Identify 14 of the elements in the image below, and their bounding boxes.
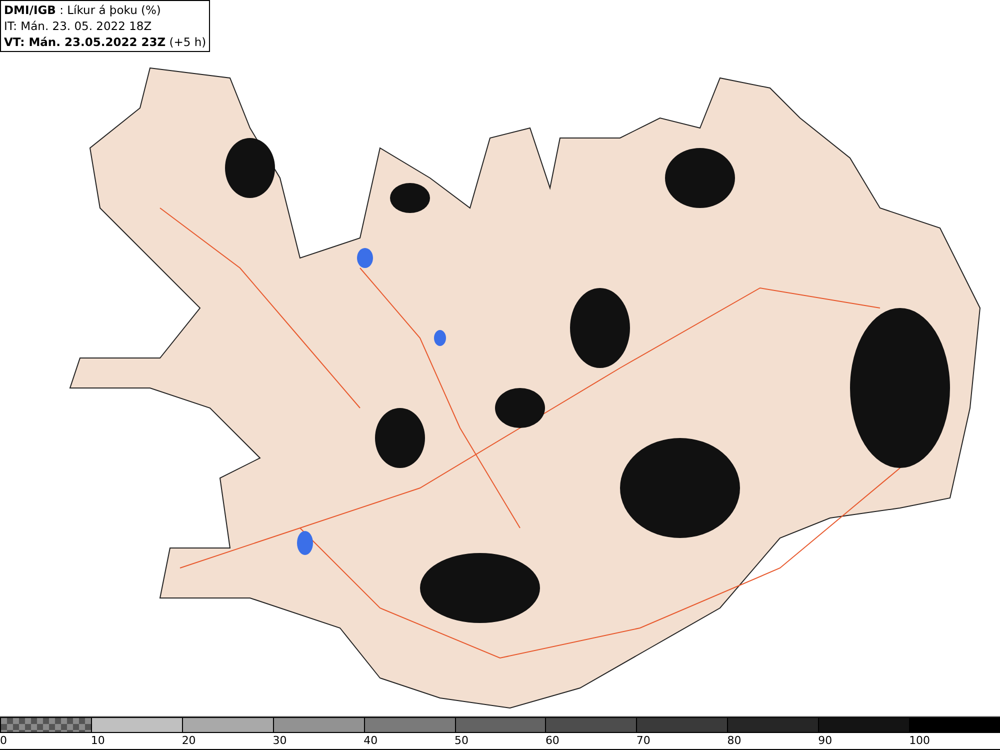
legend-label: 40 bbox=[364, 733, 378, 749]
legend-label: 0 bbox=[0, 733, 7, 749]
legend-label: 70 bbox=[636, 733, 650, 749]
valid-time: VT: Mán. 23.05.2022 23Z (+5 h) bbox=[4, 34, 206, 50]
initial-time: IT: Mán. 23. 05. 2022 18Z bbox=[4, 18, 153, 34]
legend-label: 80 bbox=[727, 733, 742, 749]
map-title: DMI/IGB : Líkur á þoku (%) bbox=[4, 2, 162, 18]
legend-label: 30 bbox=[272, 733, 287, 749]
legend-label: 20 bbox=[182, 733, 196, 749]
legend-label: 90 bbox=[818, 733, 832, 749]
legend-label: 10 bbox=[90, 733, 105, 749]
legend-label: 60 bbox=[545, 733, 560, 749]
legend-label: 50 bbox=[454, 733, 469, 749]
legend-label: 100 bbox=[909, 733, 930, 749]
